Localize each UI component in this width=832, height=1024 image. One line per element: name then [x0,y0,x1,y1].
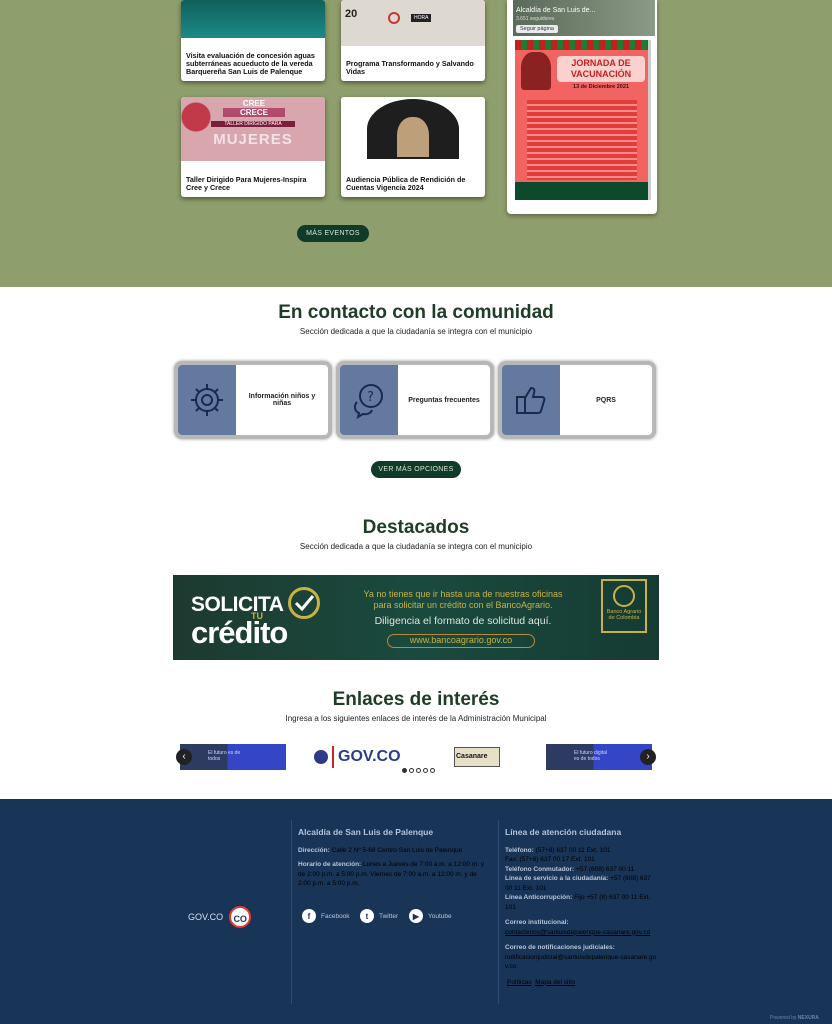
option-label: Información niños y niñas [248,393,316,407]
footer-logos: GOV.CO CO [188,906,252,928]
link-item-label: GOV.CO [338,748,401,765]
event-image-person [397,117,429,157]
footer-notif-email[interactable]: notificacionjudicial@sanluisdepalenque-c… [505,953,659,972]
fb-scrollbar[interactable] [648,40,651,200]
fb-cover: Alcaldía de San Luis de... 3.651 seguido… [513,0,655,36]
option-pqrs[interactable]: PQRS [498,361,656,439]
banner-line3: Diligencia el formato de solicitud aquí. [374,615,552,627]
option-label: PQRS [596,396,616,404]
facebook-link[interactable]: f Facebook [302,909,350,923]
fb-post-santa [521,52,551,90]
carousel-next-button[interactable]: › [640,749,656,765]
footer-govco-logo[interactable]: GOV.CO [188,912,223,922]
link-item-label: Casanare [456,753,488,760]
footer-email-link[interactable]: contactenos@sanluisdepalenque-casanare.g… [505,928,659,938]
event-image: CREE CRECE TALLER DIRIGIDO PARA MUJERES [181,97,325,161]
fb-followers: 3.651 seguidores [516,16,555,22]
facebook-icon: f [302,909,316,923]
event-title: Visita evaluación de concesión aguas sub… [186,51,315,76]
event-title: Programa Transformando y Salvando Vidas [346,59,474,76]
featured-subtitle: Sección dedicada a que la ciudadanía se … [299,542,533,551]
option-info-ninos[interactable]: Información niños y niñas [174,361,332,439]
event-card[interactable]: 20 HORA Programa Transformando y Salvand… [341,0,485,81]
event-image-big: MUJERES [213,131,293,148]
event-image-text: CREE CRECE [223,99,285,117]
thumbs-up-icon [502,365,560,435]
fb-post-date: 13 de Diciembre 2021 [573,84,629,90]
banner-line1: Ya no tienes que ir hasta una de nuestra… [363,589,563,599]
bank-name: Banco Agrario de Colombia [606,609,642,621]
bank-logo-icon [613,585,635,607]
more-options-button[interactable]: VER MÁS OPCIONES [371,461,461,478]
youtube-link[interactable]: ▶ Youtube [409,909,452,923]
footer-co-logo[interactable]: CO [229,906,252,928]
carousel-dots[interactable] [398,768,438,773]
links-title: Enlaces de interés [332,689,500,710]
powered-by[interactable]: Powered by NEXURA [770,1015,819,1021]
fb-post-garland [515,40,648,50]
twitter-link[interactable]: t Twitter [360,909,398,923]
sitemap-link[interactable]: Mapa del sitio [535,979,575,986]
fb-post-title: JORNADA DE VACUNACIÓN [557,56,645,82]
link-item[interactable]: Casanare [452,744,502,770]
check-icon [288,587,320,619]
facebook-widget[interactable]: Alcaldía de San Luis de... 3.651 seguido… [507,0,657,214]
links-subtitle: Ingresa a los siguientes enlaces de inte… [285,714,547,723]
bank-logo: Banco Agrario de Colombia [601,579,647,633]
gear-head-icon [178,365,236,435]
svg-text:?: ? [367,390,374,405]
govco-shield-icon [314,750,328,764]
community-subtitle: Sección dedicada a que la ciudadanía se … [299,327,533,336]
link-item[interactable]: El futuro digital es de todos [546,744,652,770]
event-image [181,0,325,38]
event-image-day: 20 [345,8,358,20]
credit-banner[interactable]: SOLICITA TU crédito Ya no tienes que ir … [173,575,659,660]
event-title: Taller Dirigido Para Mujeres-Inspira Cre… [186,175,307,192]
featured-title: Destacados [362,517,470,538]
policies-link[interactable]: Políticas [507,979,532,986]
link-item[interactable]: El futuro es de todos [180,744,286,770]
banner-word1: SOLICITA [191,593,284,616]
event-image: 20 HORA [341,0,485,46]
footer-divider [498,820,499,1004]
question-chat-icon: ? [340,365,398,435]
fb-page-name[interactable]: Alcaldía de San Luis de... [516,7,595,14]
fb-follow-button[interactable]: Seguir página [516,25,558,33]
event-image [341,97,485,161]
footer-line-title: Línea de atención ciudadana [505,827,622,837]
carousel-prev-button[interactable]: ‹ [176,749,192,765]
event-image-flower [181,97,221,161]
clock-icon [388,12,400,24]
footer-contact: Alcaldía de San Luis de Palenque Direcci… [298,827,490,889]
fb-post-footer [515,182,648,200]
footer-divider [291,820,292,1004]
youtube-icon: ▶ [409,909,423,923]
link-item[interactable]: GOV.CO [314,744,401,770]
footer-line: Línea de atención ciudadana Teléfono: (5… [505,827,659,987]
option-label: Preguntas frecuentes [408,396,480,404]
event-image-tag: TALLER DIRIGIDO PARA [211,121,295,127]
link-item-label: El futuro digital es de todos [574,750,608,762]
event-card[interactable]: CREE CRECE TALLER DIRIGIDO PARA MUJERES … [181,97,325,197]
twitter-icon: t [360,909,374,923]
event-card[interactable]: Audiencia Pública de Rendición de Cuenta… [341,97,485,197]
banner-line2: para solicitar un crédito con el BancoAg… [373,600,553,610]
event-image-badge: HORA [411,14,432,22]
more-events-button[interactable]: MÁS EVENTOS [297,225,369,242]
footer-org: Alcaldía de San Luis de Palenque [298,827,434,837]
banner-word3: crédito [191,615,288,650]
fb-post-details [527,100,637,180]
fb-post-image[interactable]: JORNADA DE VACUNACIÓN 13 de Diciembre 20… [515,40,648,200]
event-title: Audiencia Pública de Rendición de Cuenta… [346,175,466,192]
banner-url[interactable]: www.bancoagrario.gov.co [387,634,535,648]
link-item-label: El futuro es de todos [208,750,241,762]
option-preguntas[interactable]: ? Preguntas frecuentes [336,361,494,439]
community-title: En contacto con la comunidad [278,302,554,323]
event-card[interactable]: Visita evaluación de concesión aguas sub… [181,0,325,81]
